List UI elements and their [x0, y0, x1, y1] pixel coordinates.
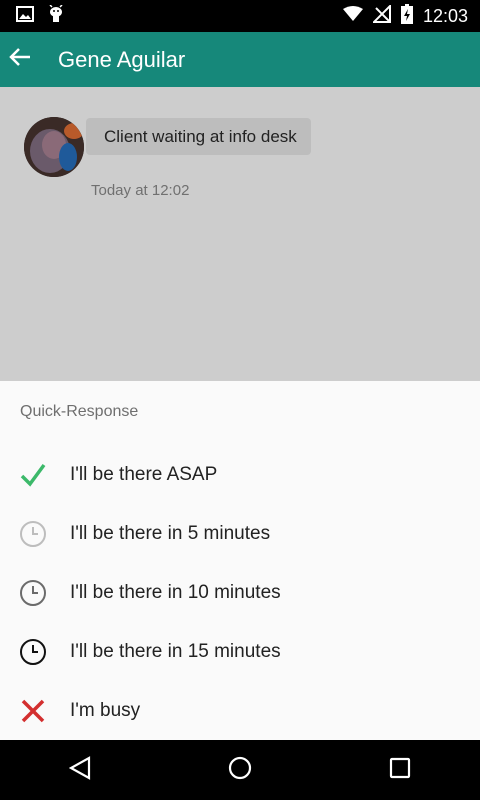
wifi-icon — [342, 5, 363, 27]
page-title: Gene Aguilar — [58, 46, 186, 72]
option-label: I'll be there ASAP — [70, 463, 218, 485]
app-bar: Gene Aguilar — [0, 32, 480, 87]
chat-area: Client waiting at info desk Today at 12:… — [0, 87, 480, 381]
arrow-back-icon — [9, 46, 31, 73]
option-15-minutes[interactable]: I'll be there in 15 minutes — [0, 622, 480, 681]
status-bar: 12:03 — [0, 0, 480, 32]
option-5-minutes[interactable]: I'll be there in 5 minutes — [0, 504, 480, 563]
recents-square-icon — [389, 757, 411, 784]
back-triangle-icon — [68, 755, 91, 785]
no-signal-icon — [371, 3, 391, 28]
option-busy[interactable]: I'm busy — [0, 681, 480, 740]
message-text: Client waiting at info desk — [104, 126, 297, 146]
android-debug-icon — [48, 3, 64, 28]
image-icon — [16, 5, 34, 27]
message-timestamp: Today at 12:02 — [91, 182, 190, 199]
battery-charging-icon — [400, 3, 413, 29]
option-label: I'll be there in 10 minutes — [70, 581, 281, 603]
status-left — [0, 3, 64, 28]
quick-response-sheet: Quick-Response I'll be there ASAP I'll b… — [0, 381, 480, 740]
sheet-header: Quick-Response — [20, 403, 139, 420]
status-time: 12:03 — [422, 5, 468, 26]
clock-dark-icon — [18, 637, 48, 667]
check-icon — [18, 460, 48, 490]
navigation-bar — [0, 740, 480, 800]
nav-recents-button[interactable] — [370, 740, 430, 800]
status-right: 12:03 — [342, 3, 480, 29]
clock-light-icon — [18, 519, 48, 549]
home-circle-icon — [228, 756, 252, 785]
close-icon — [18, 696, 48, 726]
avatar[interactable] — [24, 117, 84, 177]
message-bubble: Client waiting at info desk — [86, 118, 311, 155]
option-label: I'll be there in 15 minutes — [70, 640, 281, 662]
option-label: I'm busy — [70, 699, 141, 721]
option-asap[interactable]: I'll be there ASAP — [0, 445, 480, 504]
nav-back-button[interactable] — [50, 740, 110, 800]
back-button[interactable] — [0, 40, 40, 80]
nav-home-button[interactable] — [210, 740, 270, 800]
option-10-minutes[interactable]: I'll be there in 10 minutes — [0, 563, 480, 622]
option-label: I'll be there in 5 minutes — [70, 522, 271, 544]
clock-medium-icon — [18, 578, 48, 608]
